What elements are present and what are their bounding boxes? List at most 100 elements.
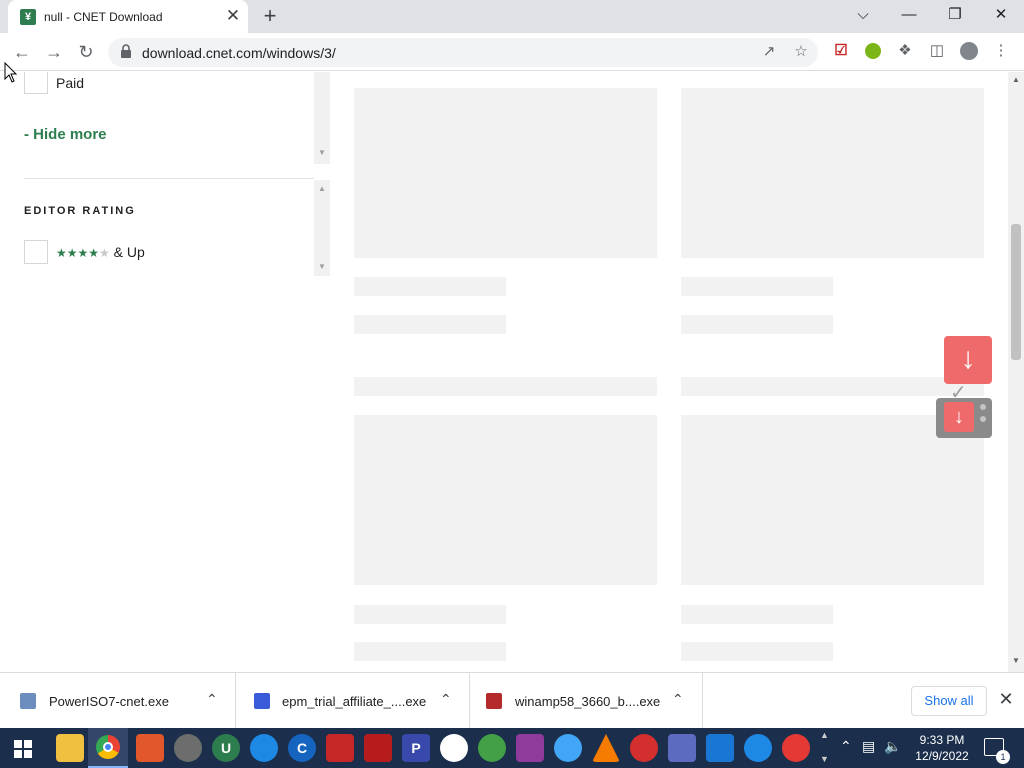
card-meta-placeholder	[354, 642, 506, 661]
tab-search-button[interactable]: ⌵	[843, 4, 883, 28]
extension-green-icon[interactable]	[862, 40, 884, 62]
minimize-button[interactable]: —	[889, 4, 929, 28]
scroll-up-arrow-icon[interactable]: ▲	[1012, 75, 1020, 84]
utorrent-icon[interactable]	[478, 734, 506, 762]
scrollbar-thumb[interactable]	[1011, 224, 1021, 360]
file-explorer-icon[interactable]	[56, 734, 84, 762]
browser-toolbar: ← → ↻ download.cnet.com/windows/3/ ↗ ☆ ☑…	[0, 33, 1024, 71]
tab-title: null - CNET Download	[44, 10, 163, 24]
reload-icon[interactable]: ↻	[74, 40, 98, 64]
network-icon[interactable]: ▤	[862, 738, 875, 755]
edge-icon[interactable]	[250, 734, 278, 762]
download-item[interactable]: PowerISO7-cnet.exe ⌃	[0, 673, 236, 729]
windows-start-icon[interactable]	[14, 740, 32, 758]
rating-scrollbar[interactable]: ▲ ▼	[314, 180, 330, 276]
app-icon[interactable]	[744, 734, 772, 762]
paid-checkbox[interactable]	[24, 72, 48, 94]
tab-close-icon[interactable]: ✕	[224, 7, 242, 25]
filter-scrollbar[interactable]: ▼	[314, 72, 330, 164]
card-meta-placeholder	[681, 642, 833, 661]
bookmark-star-icon[interactable]: ☆	[790, 41, 812, 63]
dot-icon	[980, 404, 986, 410]
restore-button[interactable]: ❐	[935, 4, 975, 28]
app-icon[interactable]	[706, 734, 734, 762]
show-all-button[interactable]: Show all	[911, 686, 987, 716]
scroll-down-arrow-icon[interactable]: ▼	[318, 262, 326, 271]
file-icon	[20, 693, 36, 709]
scroll-down-arrow-icon[interactable]: ▼	[1012, 656, 1020, 665]
cnet-favicon-icon: ¥	[20, 9, 36, 25]
chevron-up-icon[interactable]: ⌃	[672, 691, 684, 708]
download-item[interactable]: epm_trial_affiliate_....exe ⌃	[236, 673, 470, 729]
rating-checkbox[interactable]	[24, 240, 48, 264]
card-image-placeholder	[354, 415, 657, 585]
windows-taskbar: U C P ▲ ▼ ⌃ ▤ 🔈 9:33 PM 12/9/2022 1	[0, 728, 1024, 768]
volume-muted-icon[interactable]: 🔈	[884, 738, 901, 755]
extensions-puzzle-icon[interactable]: ❖	[894, 40, 916, 62]
hide-more-link[interactable]: - Hide more	[24, 126, 107, 143]
page-content: Paid - Hide more ▼ ▲ ▼ EDITOR RATING ★★★…	[0, 72, 1008, 672]
scroll-up-arrow-icon[interactable]: ▲	[318, 184, 326, 193]
download-item[interactable]: winamp58_3660_b....exe ⌃	[470, 673, 703, 729]
card-title-placeholder	[354, 605, 506, 624]
app-icon[interactable]	[174, 734, 202, 762]
taskbar-scroll-up-icon[interactable]: ▲	[820, 730, 829, 740]
download-filename: PowerISO7-cnet.exe	[49, 694, 169, 709]
side-panel-icon[interactable]: ◫	[926, 40, 948, 62]
rating-suffix: & Up	[109, 244, 145, 260]
chrome-taskbar-button[interactable]	[88, 728, 128, 768]
file-icon	[486, 693, 502, 709]
app-icon[interactable]	[782, 734, 810, 762]
chrome-center-icon	[103, 742, 113, 752]
profile-avatar-icon[interactable]	[958, 40, 980, 62]
forward-icon[interactable]: →	[42, 40, 66, 64]
clock-date: 12/9/2022	[915, 749, 969, 763]
chevron-up-icon[interactable]: ⌃	[206, 691, 218, 708]
app-icon[interactable]	[668, 734, 696, 762]
browser-tab[interactable]: ¥ null - CNET Download ✕	[8, 0, 248, 33]
close-download-bar-icon[interactable]: ✕	[996, 689, 1016, 711]
card-image-placeholder	[681, 415, 984, 585]
app-p-icon[interactable]: P	[402, 734, 430, 762]
rating-stars-icon: ★★★★	[56, 246, 100, 260]
download-filename: winamp58_3660_b....exe	[515, 694, 661, 709]
app-icon[interactable]	[364, 734, 392, 762]
recorder-icon[interactable]	[326, 734, 354, 762]
tab-strip: ¥ null - CNET Download ✕ + ⌵ — ❐ ✕	[0, 0, 1024, 33]
card-image-placeholder	[681, 88, 984, 258]
card-desc-placeholder	[681, 377, 984, 396]
editor-rating-heading: EDITOR RATING	[24, 205, 136, 217]
card-meta-placeholder	[681, 315, 833, 334]
card-title-placeholder	[681, 277, 833, 296]
file-icon	[254, 693, 270, 709]
page-scrollbar[interactable]: ▲ ▼	[1008, 72, 1024, 672]
rating-option: ★★★★★ & Up	[56, 244, 145, 260]
taskbar-scroll-down-icon[interactable]: ▼	[820, 754, 829, 764]
new-tab-button[interactable]: +	[258, 5, 282, 29]
app-icon[interactable]	[440, 734, 468, 762]
app-icon[interactable]	[630, 734, 658, 762]
download-filename: epm_trial_affiliate_....exe	[282, 694, 427, 709]
filter-divider	[24, 178, 314, 179]
taskbar-clock[interactable]: 9:33 PM 12/9/2022	[908, 732, 976, 764]
extension-red-icon[interactable]: ☑	[830, 40, 852, 62]
back-icon[interactable]: ←	[10, 40, 34, 64]
video-download-arrow-icon: ↓	[944, 402, 974, 432]
download-arrow-icon[interactable]: ↓	[944, 336, 992, 384]
address-bar[interactable]: download.cnet.com/windows/3/ ↗ ☆	[108, 38, 818, 67]
lock-icon	[121, 44, 131, 58]
winrar-icon[interactable]	[516, 734, 544, 762]
scroll-down-arrow-icon[interactable]: ▼	[318, 148, 326, 157]
vlc-icon[interactable]	[592, 734, 620, 762]
share-icon[interactable]: ↗	[758, 41, 780, 63]
chevron-up-icon[interactable]: ⌃	[440, 691, 452, 708]
app-u-icon[interactable]: U	[212, 734, 240, 762]
app-icon[interactable]	[554, 734, 582, 762]
app-c-icon[interactable]: C	[288, 734, 316, 762]
card-desc-placeholder	[354, 377, 657, 396]
tray-chevron-icon[interactable]: ⌃	[840, 738, 852, 755]
app-icon[interactable]	[136, 734, 164, 762]
menu-kebab-icon[interactable]: ⋮	[990, 40, 1012, 62]
close-window-button[interactable]: ✕	[981, 4, 1021, 28]
video-download-button[interactable]: ↓	[936, 398, 992, 438]
